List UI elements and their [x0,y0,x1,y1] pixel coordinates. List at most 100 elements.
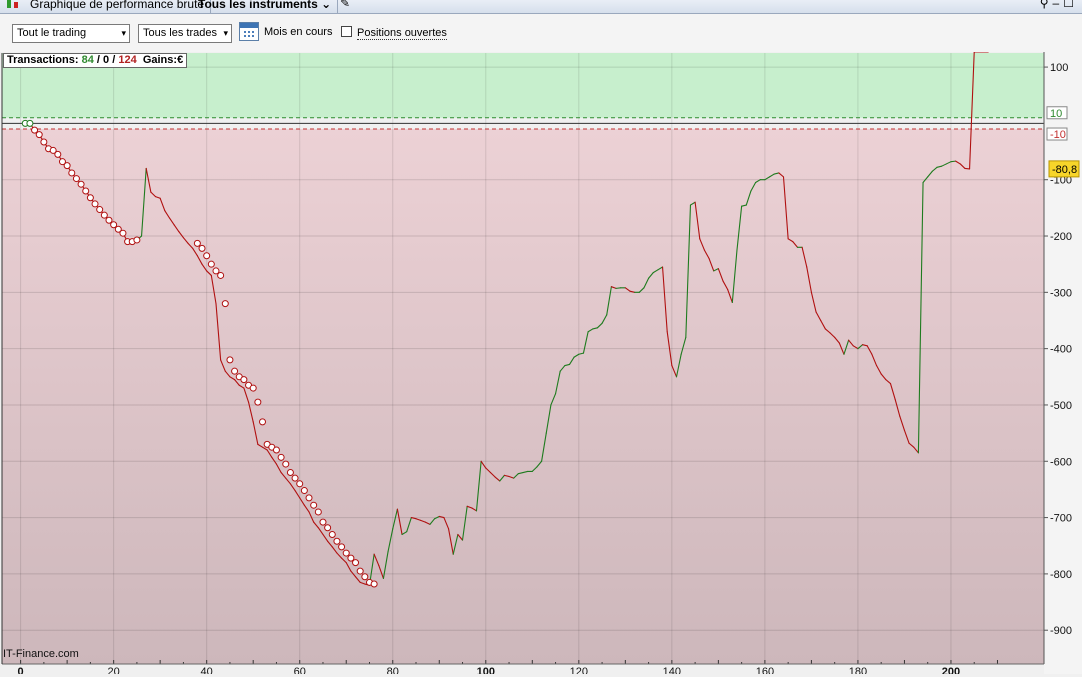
window-controls[interactable]: ⚲–☐ [1040,0,1078,10]
trade-marker [222,301,228,307]
trade-marker [227,357,233,363]
trade-marker [315,509,321,515]
trade-marker [97,207,103,213]
trades-filter-select[interactable]: Tous les trades ▾ [138,24,232,43]
x-tick-label: 40 [201,666,213,674]
curve-segment [951,161,956,162]
trade-marker [106,217,112,223]
y-tick-label: -800 [1050,569,1072,581]
separator: / [112,54,115,66]
trading-scope-value: Tout le trading [17,27,86,39]
y-tick-label: -400 [1050,344,1072,356]
curve-segment [616,288,621,289]
pin-icon[interactable]: ✎ [340,0,350,10]
x-tick-label: 80 [387,666,399,674]
y-tick-label: -500 [1050,400,1072,412]
maximize-icon[interactable]: ☐ [1063,0,1078,10]
trade-marker [73,176,79,182]
threshold-lines [2,118,1044,129]
trade-marker [78,181,84,187]
period-label[interactable]: Mois en cours [264,26,332,38]
trade-marker [353,560,359,566]
trade-marker [32,127,38,133]
losing-trades-count: 124 [118,54,136,66]
trade-marker [213,268,219,274]
trade-marker [260,419,266,425]
trade-marker [208,261,214,267]
trade-marker [36,132,42,138]
trade-marker [339,544,345,550]
tab-performance-chart[interactable]: Graphique de performance brute [24,0,211,13]
trade-marker [297,481,303,487]
trade-marker [306,495,312,501]
trade-marker [218,272,224,278]
trade-marker [255,399,261,405]
chevron-down-icon: ▾ [121,25,126,42]
calendar-icon[interactable] [239,22,259,41]
trade-marker [101,212,107,218]
trade-marker [27,120,33,126]
trade-marker [301,488,307,494]
neutral-trades-count: 0 [103,54,109,66]
trade-marker [348,555,354,561]
y-tick-label: -600 [1050,456,1072,468]
minimize-icon[interactable]: – [1053,0,1064,10]
performance-chart-svg[interactable]: 100-100-200-300-400-500-600-700-800-900 … [0,52,1082,674]
trade-marker [92,201,98,207]
trade-marker [55,151,61,157]
x-tick-label: 100 [477,666,495,674]
chevron-down-icon: ▾ [223,25,228,42]
trade-marker [199,245,205,251]
trade-marker [134,237,140,243]
x-tick-label: 120 [570,666,588,674]
trade-marker [204,253,210,259]
x-tick-label: 180 [849,666,867,674]
trade-marker [273,447,279,453]
trade-marker [69,170,75,176]
title-bar: Graphique de performance brute Tous les … [0,0,1082,14]
chevron-down-icon: ⌄ [321,0,331,11]
trading-scope-select[interactable]: Tout le trading ▾ [12,24,130,43]
x-tick-label: 140 [663,666,681,674]
zoom-icon[interactable]: ⚲ [1040,0,1053,10]
y-tick-label: -900 [1050,625,1072,637]
trade-marker [334,538,340,544]
performance-chart[interactable]: 100-100-200-300-400-500-600-700-800-900 … [0,52,1082,674]
trade-marker [292,475,298,481]
trade-marker [64,163,70,169]
trade-marker [194,240,200,246]
trade-marker [371,581,377,587]
trade-marker [83,188,89,194]
threshold-badge-label: 10 [1050,108,1062,120]
toolbar: Tout le trading ▾ Tous les trades ▾ Mois… [0,14,1082,52]
trades-filter-value: Tous les trades [143,27,217,39]
loss-zone [2,129,1044,664]
y-tick-label: -200 [1050,231,1072,243]
x-tick-label: 60 [294,666,306,674]
last-value-label: -80,8 [1052,164,1077,176]
gains-currency: € [177,54,183,66]
trade-marker [311,502,317,508]
trade-marker [343,550,349,556]
open-positions-label[interactable]: Positions ouvertes [357,27,447,40]
trade-marker [111,222,117,228]
trade-marker [120,230,126,236]
tab-all-instruments[interactable]: Tous les instruments ⌄ [192,0,338,13]
trade-marker [250,385,256,391]
trade-marker [232,368,238,374]
y-tick-label: 100 [1050,62,1068,74]
trade-marker [278,454,284,460]
x-tick-label: 160 [756,666,774,674]
trade-marker [320,519,326,525]
y-tick-label: -300 [1050,287,1072,299]
separator: / [97,54,100,66]
trade-marker [329,531,335,537]
transactions-label: Transactions: [7,54,79,66]
trade-marker [241,377,247,383]
gains-label: Gains: [143,54,177,66]
trade-marker [287,470,293,476]
open-positions-checkbox[interactable] [341,26,352,37]
watermark: IT-Finance.com [3,648,79,660]
winning-trades-count: 84 [82,54,94,66]
trade-marker [87,195,93,201]
